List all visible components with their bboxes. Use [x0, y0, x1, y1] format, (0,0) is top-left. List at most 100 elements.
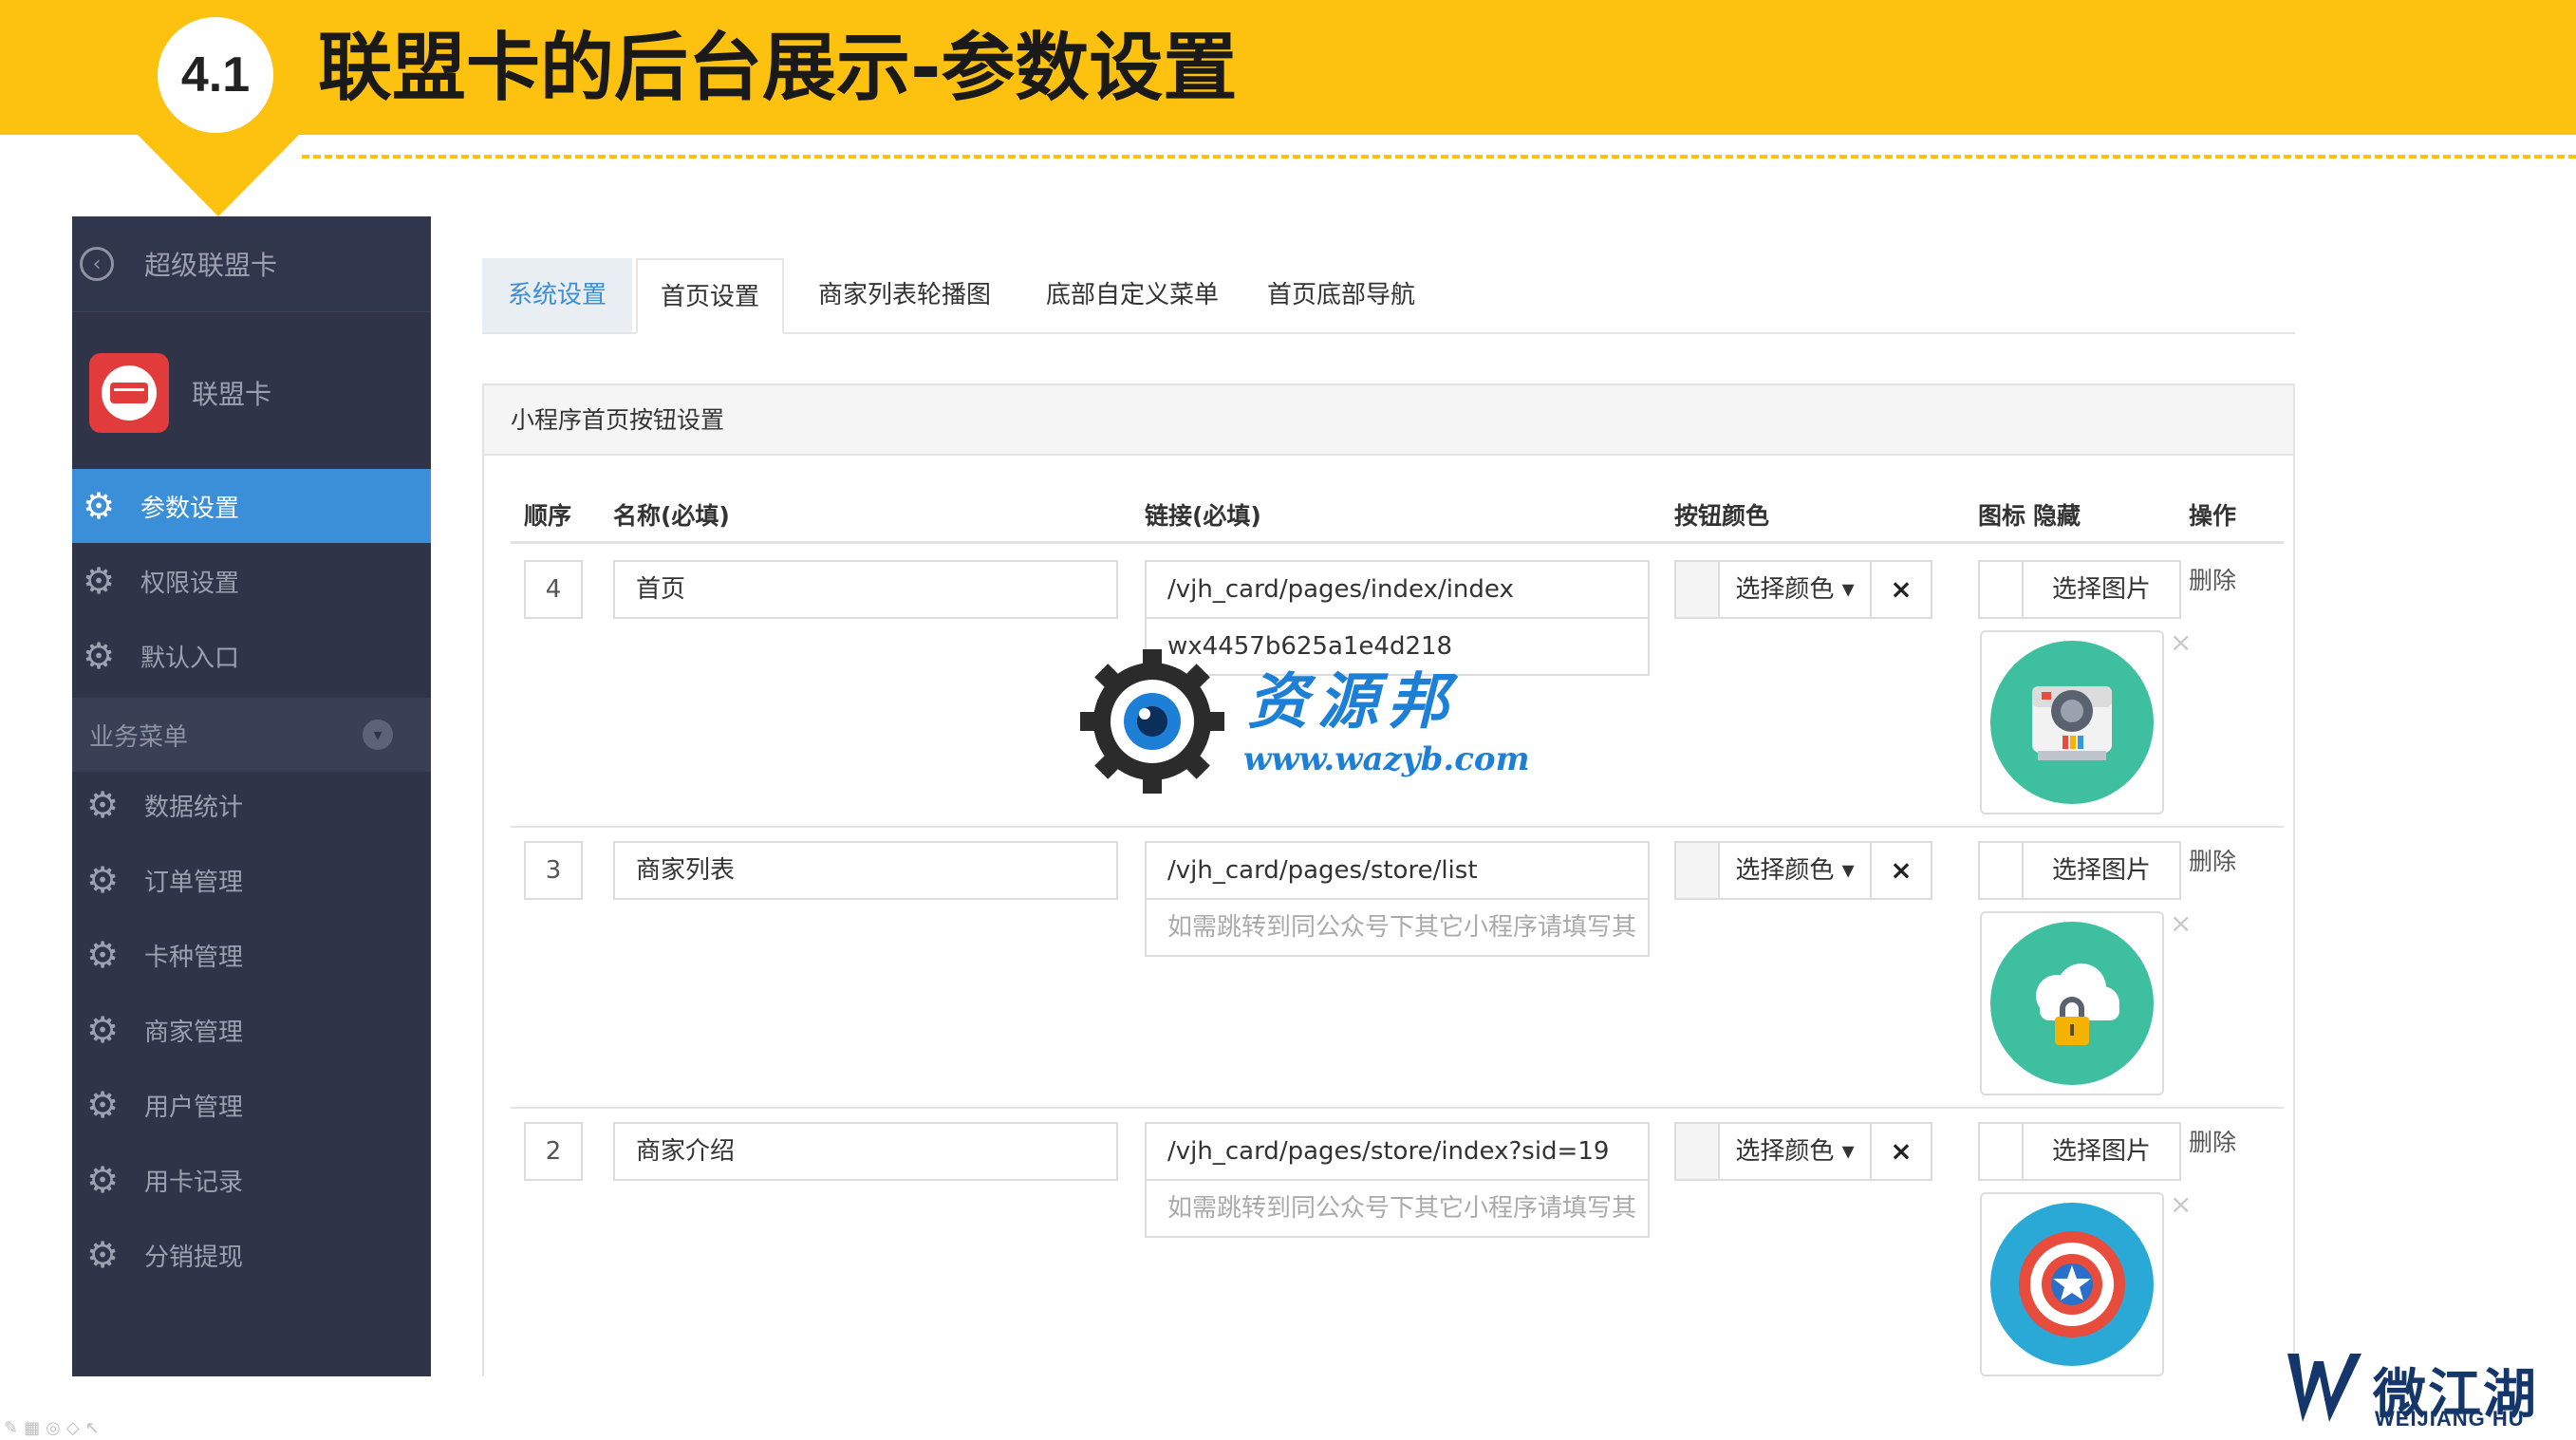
- brand-name-en: WEIJIANG HU: [2375, 1407, 2525, 1431]
- sidebar-item-label: 参数设置: [140, 494, 240, 523]
- sidebar-item-label: 默认入口: [140, 644, 240, 673]
- presentation-toolbar[interactable]: ✎▦◎◇↖: [4, 1418, 105, 1438]
- card-app-label: 联盟卡: [192, 379, 272, 410]
- image-path-field[interactable]: [1978, 841, 2024, 900]
- tab-bottom-menu[interactable]: 底部自定义菜单: [1028, 258, 1237, 332]
- tab-merchant-carousel[interactable]: 商家列表轮播图: [800, 258, 1009, 332]
- choose-image-button[interactable]: 选择图片: [2022, 841, 2181, 900]
- dashed-divider: [302, 155, 2576, 159]
- card-icon: [102, 365, 157, 421]
- link-input[interactable]: /vjh_card/pages/store/index?sid=19: [1145, 1122, 1650, 1181]
- choose-color-button[interactable]: 选择颜色 ▾: [1718, 560, 1872, 619]
- header-icon: 图标: [1978, 502, 2026, 530]
- sidebar-item-orders[interactable]: ⚙ 订单管理: [72, 843, 431, 917]
- sidebar: ‹ 超级联盟卡 联盟卡 ⚙ 参数设置 ⚙ 权限设置 ⚙ 默认入口 业务菜单 ▾ …: [72, 216, 431, 1376]
- choose-color-label: 选择颜色: [1735, 856, 1835, 885]
- watermark-url: www.wazyb.com: [1243, 740, 1530, 778]
- header-action: 操作: [2189, 502, 2237, 530]
- section-number-badge: 4.1: [158, 17, 273, 133]
- sidebar-item-permissions[interactable]: ⚙ 权限设置: [72, 544, 431, 618]
- sidebar-item-label: 权限设置: [140, 569, 240, 598]
- choose-color-button[interactable]: 选择颜色 ▾: [1718, 841, 1872, 900]
- header-name: 名称(必填): [613, 502, 730, 530]
- gear-icon: ⚙: [85, 1084, 120, 1126]
- back-arrow-icon[interactable]: ‹: [80, 247, 114, 281]
- gear-icon: ⚙: [82, 635, 116, 677]
- sidebar-item-card-records[interactable]: ⚙ 用卡记录: [72, 1143, 431, 1217]
- slides-icon[interactable]: ▦: [24, 1418, 46, 1438]
- name-input[interactable]: 商家介绍: [613, 1122, 1118, 1181]
- eraser-icon[interactable]: ◇: [66, 1418, 85, 1438]
- color-swatch[interactable]: [1674, 841, 1720, 900]
- color-swatch[interactable]: [1674, 1122, 1720, 1181]
- card-app-logo: [89, 353, 169, 433]
- sidebar-item-stats[interactable]: ⚙ 数据统计: [72, 768, 431, 842]
- name-input[interactable]: 首页: [613, 560, 1118, 619]
- clear-color-button[interactable]: ×: [1870, 1122, 1932, 1181]
- button-icon-preview: [1980, 911, 2164, 1095]
- sidebar-section-business[interactable]: 业务菜单 ▾: [72, 698, 431, 772]
- shield-star-icon: [1990, 1203, 2154, 1366]
- caret-down-icon: ▾: [1841, 1137, 1855, 1166]
- header-order: 顺序: [524, 502, 572, 530]
- choose-image-button[interactable]: 选择图片: [2022, 1122, 2181, 1181]
- remove-image-icon[interactable]: ×: [2170, 1188, 2192, 1220]
- slide-title: 联盟卡的后台展示-参数设置: [318, 26, 1238, 111]
- sidebar-item-params[interactable]: ⚙ 参数设置: [72, 469, 431, 543]
- clear-color-button[interactable]: ×: [1870, 841, 1932, 900]
- sidebar-item-label: 卡种管理: [144, 943, 244, 972]
- color-swatch[interactable]: [1674, 560, 1720, 619]
- chevron-down-icon[interactable]: ▾: [363, 720, 393, 750]
- sidebar-item-label: 分销提现: [144, 1243, 244, 1272]
- sidebar-item-users[interactable]: ⚙ 用户管理: [72, 1068, 431, 1142]
- order-input[interactable]: 3: [524, 841, 583, 900]
- sidebar-back-label: 超级联盟卡: [144, 250, 278, 281]
- panel-title: 小程序首页按钮设置: [484, 385, 2293, 456]
- brand-w-icon: [2287, 1354, 2361, 1422]
- header-divider: [511, 541, 2284, 544]
- caret-down-icon: ▾: [1841, 575, 1855, 604]
- tab-home-settings[interactable]: 首页设置: [636, 258, 784, 334]
- brand-logo: 微江湖 WEIJIANG HU: [2282, 1348, 2557, 1433]
- delete-button[interactable]: 删除: [2189, 1124, 2236, 1158]
- header-link: 链接(必填): [1145, 502, 1261, 530]
- delete-button[interactable]: 删除: [2189, 843, 2236, 877]
- link-input[interactable]: /vjh_card/pages/index/index: [1145, 560, 1650, 619]
- remove-image-icon[interactable]: ×: [2170, 626, 2192, 658]
- sidebar-item-label: 商家管理: [144, 1018, 244, 1047]
- pen-icon[interactable]: ✎: [4, 1418, 24, 1438]
- tab-home-bottom-nav[interactable]: 首页底部导航: [1256, 258, 1427, 332]
- tab-system-settings[interactable]: 系统设置: [482, 258, 632, 332]
- remove-image-icon[interactable]: ×: [2170, 907, 2192, 939]
- header-color: 按钮颜色: [1674, 502, 1770, 530]
- sidebar-item-default-entry[interactable]: ⚙ 默认入口: [72, 619, 431, 693]
- order-input[interactable]: 4: [524, 560, 583, 619]
- watermark-text: 资源邦: [1247, 666, 1458, 738]
- gear-icon: ⚙: [85, 1159, 120, 1201]
- choose-image-button[interactable]: 选择图片: [2022, 560, 2181, 619]
- choose-color-label: 选择颜色: [1735, 1137, 1835, 1166]
- appid-input[interactable]: 如需跳转到同公众号下其它小程序请填写其: [1145, 1179, 1650, 1238]
- gear-icon: ⚙: [85, 784, 120, 826]
- order-input[interactable]: 2: [524, 1122, 583, 1181]
- zoom-icon[interactable]: ◎: [46, 1418, 66, 1438]
- delete-button[interactable]: 删除: [2189, 562, 2236, 596]
- pointer-icon[interactable]: ↖: [85, 1418, 105, 1438]
- image-path-field[interactable]: [1978, 1122, 2024, 1181]
- button-icon-preview: [1980, 630, 2164, 814]
- camera-icon: [1990, 641, 2154, 804]
- choose-color-button[interactable]: 选择颜色 ▾: [1718, 1122, 1872, 1181]
- sidebar-item-withdraw[interactable]: ⚙ 分销提现: [72, 1218, 431, 1292]
- link-input[interactable]: /vjh_card/pages/store/list: [1145, 841, 1650, 900]
- appid-input[interactable]: 如需跳转到同公众号下其它小程序请填写其: [1145, 898, 1650, 957]
- sidebar-item-label: 数据统计: [144, 793, 244, 822]
- name-input[interactable]: 商家列表: [613, 841, 1118, 900]
- sidebar-back-row[interactable]: ‹ 超级联盟卡: [72, 216, 431, 312]
- clear-color-button[interactable]: ×: [1870, 560, 1932, 619]
- sidebar-item-card-types[interactable]: ⚙ 卡种管理: [72, 918, 431, 992]
- sidebar-item-merchants[interactable]: ⚙ 商家管理: [72, 993, 431, 1067]
- image-path-field[interactable]: [1978, 560, 2024, 619]
- gear-icon: ⚙: [85, 1009, 120, 1051]
- watermark: 资源邦 www.wazyb.com: [1076, 645, 1532, 797]
- gear-icon: ⚙: [85, 859, 120, 901]
